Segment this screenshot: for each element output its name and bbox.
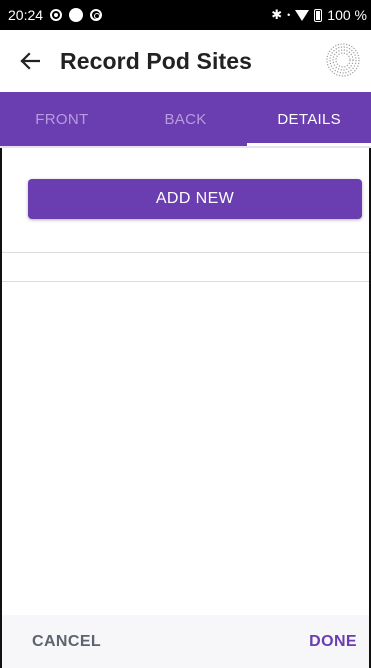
- page-title: Record Pod Sites: [60, 47, 253, 74]
- battery-level: 100 %: [327, 7, 367, 23]
- battery-icon: [314, 8, 323, 22]
- tab-details-label: DETAILS: [277, 110, 341, 128]
- status-left: 20:24: [8, 7, 103, 23]
- tab-front-label: FRONT: [35, 110, 89, 128]
- footer-bar: CANCEL DONE: [2, 615, 369, 668]
- tab-details[interactable]: DETAILS: [247, 92, 371, 146]
- divider-top: [2, 252, 369, 253]
- cancel-button[interactable]: CANCEL: [32, 633, 101, 651]
- done-button[interactable]: DONE: [309, 633, 357, 651]
- divider-bottom: [2, 281, 369, 282]
- bluetooth-icon: ✱: [271, 7, 283, 22]
- tab-back-label: BACK: [164, 110, 207, 128]
- circle-icon: [69, 8, 84, 22]
- record-dot-icon: [50, 9, 63, 21]
- status-bar: 20:24 ✱ • 100 %: [0, 0, 371, 30]
- add-new-button[interactable]: ADD NEW: [28, 179, 362, 219]
- arrow-left-icon: [20, 52, 40, 70]
- wifi-icon: [295, 9, 310, 21]
- status-time: 20:24: [8, 7, 44, 23]
- tab-back[interactable]: BACK: [124, 92, 248, 146]
- sync-spinner-icon[interactable]: [325, 42, 361, 78]
- app-header: Record Pod Sites: [0, 30, 371, 92]
- status-right: ✱ • 100 %: [271, 7, 367, 23]
- back-button[interactable]: [18, 49, 42, 73]
- tab-bar: FRONT BACK DETAILS: [0, 92, 371, 146]
- signal-dot-icon: •: [287, 10, 291, 20]
- tab-bar-shadow: [0, 146, 371, 148]
- tab-front[interactable]: FRONT: [0, 92, 124, 146]
- at-sign-icon: [90, 9, 103, 21]
